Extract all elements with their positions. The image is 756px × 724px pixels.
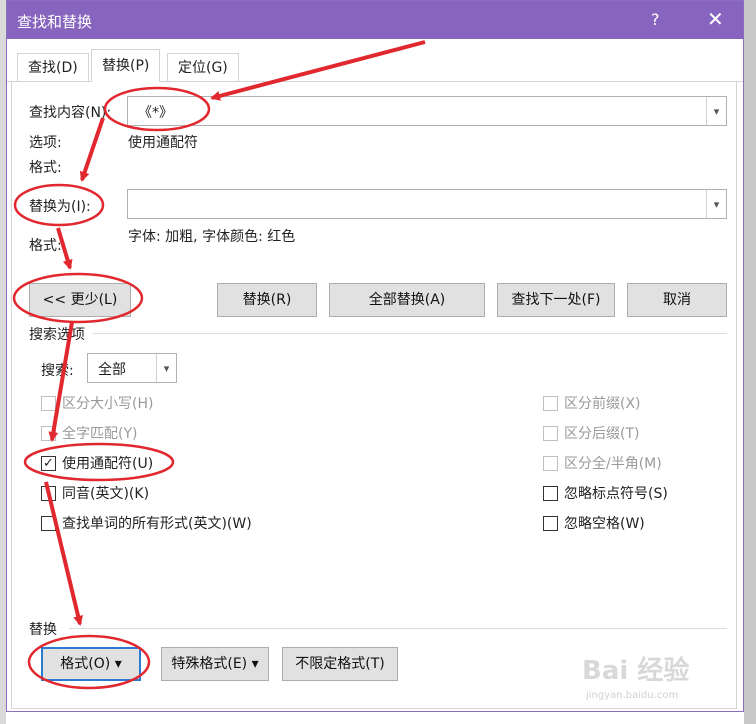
no-formatting-button[interactable]: 不限定格式(T) (282, 647, 398, 681)
search-scope-value: 全部 (98, 362, 126, 378)
checkbox-box[interactable] (543, 425, 558, 441)
checkbox-label: 忽略标点符号(S) (564, 486, 668, 502)
find-value: 《*》 (138, 105, 173, 121)
tab-replace[interactable]: 替换(P) (91, 49, 161, 82)
replace-section-divider (69, 628, 727, 629)
close-button[interactable]: ✕ (707, 7, 724, 31)
options-value: 使用通配符 (128, 135, 198, 151)
checkbox-label: 区分大小写(H) (62, 396, 154, 412)
checkbox-box[interactable] (543, 395, 558, 411)
options-label: 选项: (29, 135, 62, 151)
title-bar: 查找和替换 ? ✕ (7, 1, 743, 39)
replace-dropdown-icon[interactable]: ▾ (706, 190, 726, 218)
replace-format-value: 字体: 加粗, 字体颜色: 红色 (128, 229, 296, 245)
tab-goto[interactable]: 定位(G) (167, 53, 239, 81)
checkbox-label: 使用通配符(U) (62, 456, 154, 472)
find-format-label: 格式: (29, 160, 62, 176)
checkbox-box[interactable] (543, 455, 558, 471)
format-button-label: 格式(O) (60, 656, 111, 672)
cancel-button[interactable]: 取消 (627, 283, 727, 317)
checkbox-match-prefix[interactable]: 区分前缀(X) (543, 392, 641, 414)
watermark-url: jingyan.baidu.com (586, 690, 679, 701)
replace-all-button[interactable]: 全部替换(A) (329, 283, 485, 317)
checkbox-label: 查找单词的所有形式(英文)(W) (62, 516, 252, 532)
dialog-title: 查找和替换 (17, 13, 93, 31)
checkbox-label: 忽略空格(W) (564, 516, 645, 532)
checkbox-use-wildcards[interactable]: ✓ 使用通配符(U) (41, 452, 153, 474)
checkbox-box[interactable] (543, 515, 558, 531)
tab-strip: 查找(D) 替换(P) 定位(G) (7, 49, 743, 82)
checkbox-box[interactable] (41, 515, 56, 531)
checkbox-sounds-like[interactable]: 同音(英文)(K) (41, 482, 149, 504)
search-scope-label: 搜索: (41, 363, 74, 379)
replace-input[interactable]: ▾ (127, 189, 727, 219)
checkmark-icon[interactable]: ✓ (41, 455, 56, 471)
less-button[interactable]: << 更少(L) (29, 283, 131, 317)
dropdown-arrow-icon: ▾ (114, 656, 122, 672)
checkbox-box[interactable] (41, 485, 56, 501)
replace-label: 替换为(I): (29, 199, 91, 215)
checkbox-box[interactable] (543, 485, 558, 501)
tab-find[interactable]: 查找(D) (17, 53, 89, 81)
checkbox-label: 区分全/半角(M) (564, 456, 662, 472)
checkbox-label: 全字匹配(Y) (62, 426, 138, 442)
format-button[interactable]: 格式(O) ▾ (41, 647, 141, 681)
background-edge-right (744, 0, 756, 724)
checkbox-box[interactable] (41, 425, 56, 441)
checkbox-label: 区分前缀(X) (564, 396, 641, 412)
checkbox-box[interactable] (41, 395, 56, 411)
checkbox-ignore-punctuation[interactable]: 忽略标点符号(S) (543, 482, 668, 504)
checkbox-match-suffix[interactable]: 区分后缀(T) (543, 422, 639, 444)
dropdown-arrow-icon: ▾ (251, 656, 259, 672)
checkbox-whole-word[interactable]: 全字匹配(Y) (41, 422, 137, 444)
search-options-heading: 搜索选项 (29, 327, 85, 343)
checkbox-full-half-width[interactable]: 区分全/半角(M) (543, 452, 662, 474)
checkbox-all-word-forms[interactable]: 查找单词的所有形式(英文)(W) (41, 512, 252, 534)
find-input[interactable]: 《*》 ▾ (127, 96, 727, 126)
special-format-label: 特殊格式(E) (171, 656, 248, 672)
replace-format-label: 格式: (29, 238, 62, 254)
search-options-divider (93, 333, 727, 334)
checkbox-label: 区分后缀(T) (564, 426, 640, 442)
search-scope-dropdown-icon[interactable]: ▾ (156, 354, 176, 382)
replace-button[interactable]: 替换(R) (217, 283, 317, 317)
help-button[interactable]: ? (651, 10, 660, 29)
checkbox-label: 同音(英文)(K) (62, 486, 150, 502)
find-replace-dialog: 查找和替换 ? ✕ 查找(D) 替换(P) 定位(G) 查找内容(N): 《*》… (6, 0, 744, 712)
watermark-logo: Bai 经验 (582, 656, 690, 686)
special-format-button[interactable]: 特殊格式(E) ▾ (161, 647, 269, 681)
checkbox-match-case[interactable]: 区分大小写(H) (41, 392, 153, 414)
find-next-button[interactable]: 查找下一处(F) (497, 283, 615, 317)
replace-section-heading: 替换 (29, 622, 57, 638)
checkbox-ignore-whitespace[interactable]: 忽略空格(W) (543, 512, 645, 534)
find-dropdown-icon[interactable]: ▾ (706, 97, 726, 125)
find-label: 查找内容(N): (29, 105, 112, 121)
search-scope-select[interactable]: 全部 ▾ (87, 353, 177, 383)
